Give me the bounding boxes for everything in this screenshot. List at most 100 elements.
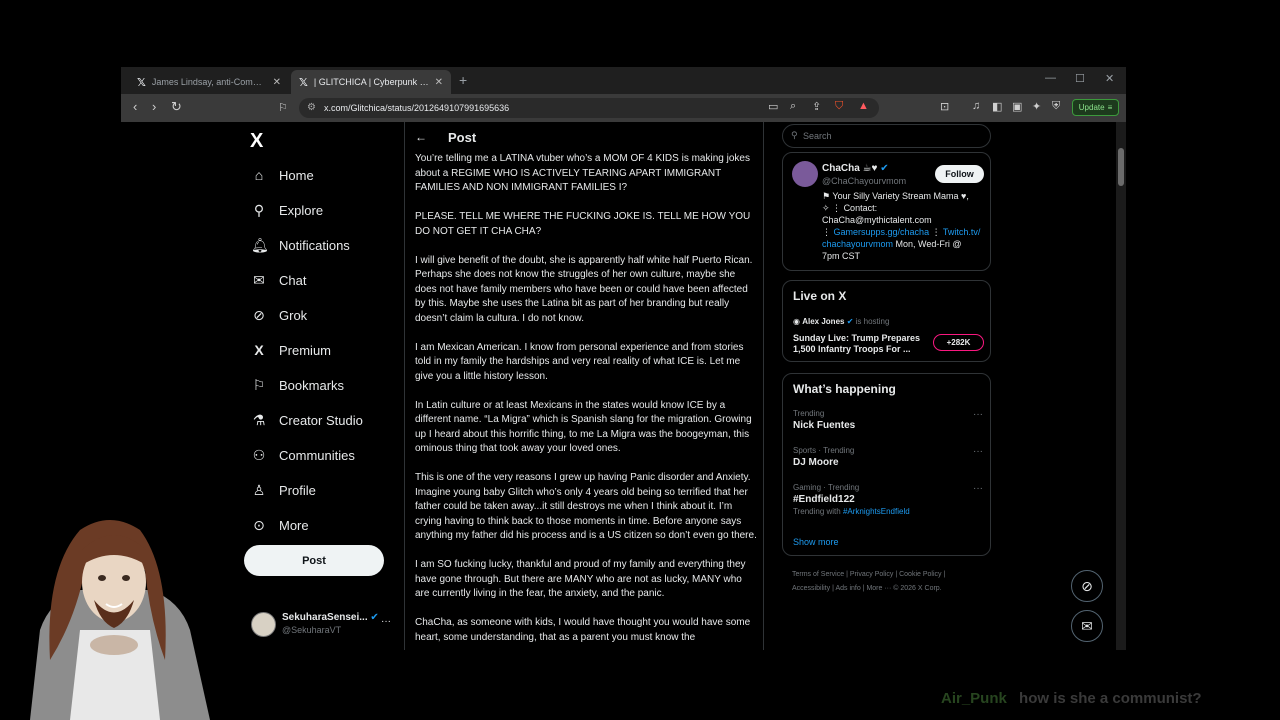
live-title[interactable]: Sunday Live: Trump Prepares 1,500 Infant… [793, 333, 928, 355]
happening-heading: What’s happening [793, 382, 896, 396]
url-text: x.com/Glitchica/status/20126491079916956… [324, 103, 510, 113]
account-name: SekuharaSensei... ✔ [282, 612, 379, 623]
sidebar-item-creator-studio[interactable]: ⚗ Creator Studio [251, 412, 363, 429]
trend-name: DJ Moore [793, 457, 839, 468]
trend-name: #Endfield122 [793, 494, 855, 505]
back-icon[interactable]: ‹ [133, 99, 137, 114]
bio-link[interactable]: Gamersupps.gg/chacha [834, 227, 930, 237]
new-tab-button[interactable]: + [459, 72, 467, 88]
split-view-icon[interactable]: ◧ [992, 100, 1002, 113]
trend-item[interactable]: Sports · Trending DJ Moore ··· [793, 446, 983, 468]
site-info-icon[interactable]: ⚙ [307, 102, 316, 113]
profile-name[interactable]: ChaCha ☕♥ ✔ [822, 163, 889, 174]
cast-icon[interactable]: ▭ [768, 100, 778, 113]
scrollbar[interactable] [1116, 122, 1126, 650]
footer-line[interactable]: Accessibility | Ads info | More ··· © 20… [792, 582, 992, 596]
reload-icon[interactable]: ↻ [171, 99, 182, 115]
footer-line[interactable]: Terms of Service | Privacy Policy | Cook… [792, 568, 992, 582]
tab-close-icon[interactable]: ✕ [273, 77, 281, 88]
bio-link[interactable]: chachayourvmom [822, 239, 893, 249]
account-display-name: SekuharaSensei... [282, 612, 368, 623]
show-more-link[interactable]: Show more [793, 537, 839, 547]
sidebar-item-notifications[interactable]: 🔔︎ Notifications [251, 237, 350, 254]
chat-message-text: how is she a communist? [1019, 690, 1202, 707]
sidebar-item-bookmarks[interactable]: ⚐ Bookmarks [251, 377, 344, 394]
live-host[interactable]: ◉ Alex Jones ✔ is hosting [793, 317, 889, 326]
follow-button[interactable]: Follow [935, 165, 984, 183]
music-icon[interactable]: ♫ [972, 100, 980, 112]
trend-sub: Trending with #ArknightsEndfield [793, 507, 983, 516]
stream-chat-message: Air_Punk how is she a communist? [941, 690, 1202, 707]
scrollbar-thumb[interactable] [1118, 148, 1124, 186]
update-button[interactable]: Update ≡ [1072, 99, 1119, 116]
x-favicon-icon: 𝕏 [137, 76, 146, 89]
messages-fab-button[interactable]: ✉ [1071, 610, 1103, 642]
sidebar-toggle-icon[interactable]: ⊡ [940, 100, 949, 113]
trend-item[interactable]: Gaming · Trending #Endfield122 Trending … [793, 483, 983, 516]
bookmark-page-icon[interactable]: ⚐ [278, 101, 288, 114]
search-input[interactable]: ⚲ Search [782, 124, 991, 148]
profile-hover-card: ChaCha ☕♥ ✔ @ChaChayourvmom Follow ⚑ You… [782, 152, 991, 271]
post-text: You’re telling me a LATINA vtuber who’s … [415, 152, 757, 650]
account-switcher[interactable]: SekuharaSensei... ✔ @SekuharaVT ··· [251, 612, 396, 640]
share-icon[interactable]: ⇪ [812, 100, 821, 113]
bio-line: Your Silly Variety Stream Mama [832, 191, 959, 201]
brave-rewards-icon[interactable]: ▲ [858, 100, 869, 112]
trend-sub-link[interactable]: #ArknightsEndfield [843, 507, 910, 516]
post-paragraph: PLEASE. TELL ME WHERE THE FUCKING JOKE I… [415, 211, 751, 237]
sidebar-item-communities[interactable]: ⚇ Communities [251, 447, 355, 464]
verified-badge-icon: ✔ [370, 612, 379, 623]
profile-display-name: ChaCha [822, 163, 860, 174]
post-button[interactable]: Post [244, 545, 384, 576]
sidebar-item-grok[interactable]: ⊘ Grok [251, 307, 307, 324]
post-paragraph: This is one of the very reasons I grew u… [415, 472, 757, 541]
brave-shield-icon[interactable]: ⛉ [835, 100, 843, 113]
trend-more-icon[interactable]: ··· [973, 446, 983, 457]
bio-link[interactable]: Twitch.tv/ [943, 227, 981, 237]
profile-handle[interactable]: @ChaChayourvmom [822, 176, 906, 186]
sidebar-item-label: Chat [279, 273, 307, 288]
live-listener-count[interactable]: +282K [933, 334, 984, 351]
forward-icon[interactable]: › [152, 99, 156, 114]
tab-bar: 𝕏 James Lindsay, anti-Communist on X ✕ 𝕏… [121, 67, 1126, 94]
trend-more-icon[interactable]: ··· [973, 483, 983, 494]
browser-toolbar: ‹ › ↻ ⚐ ⚙ x.com/Glitchica/status/2012649… [121, 94, 1126, 122]
sidebar-item-profile[interactable]: ♙ Profile [251, 482, 316, 499]
wallet-icon[interactable]: ▣ [1012, 100, 1022, 113]
live-on-x-card: Live on X ◉ Alex Jones ✔ is hosting Sund… [782, 280, 991, 362]
avatar[interactable] [792, 161, 818, 187]
post-paragraph: You’re telling me a LATINA vtuber who’s … [415, 153, 750, 193]
tab-close-icon[interactable]: ✕ [435, 77, 443, 88]
host-name: Alex Jones [802, 317, 845, 326]
back-arrow-icon[interactable]: ← [415, 130, 427, 144]
flask-icon: ⚗ [252, 412, 266, 428]
tab-james-lindsay[interactable]: 𝕏 James Lindsay, anti-Communist on X ✕ [129, 70, 289, 94]
bio-time: 7pm CST [822, 251, 861, 261]
trend-more-icon[interactable]: ··· [973, 409, 983, 420]
sidebar-item-chat[interactable]: ✉ Chat [251, 272, 306, 289]
trend-sub-prefix: Trending with [793, 507, 841, 516]
grok-fab-button[interactable]: ⊘ [1071, 570, 1103, 602]
vpn-icon[interactable]: ⛨ [1052, 100, 1060, 113]
sidebar-item-explore[interactable]: ⚲ Explore [251, 202, 323, 219]
sidebar-item-home[interactable]: ⌂ Home [251, 167, 314, 183]
x-logo[interactable]: X [250, 130, 263, 153]
ai-icon[interactable]: ✦ [1032, 100, 1041, 113]
account-handle: @SekuharaVT [282, 625, 342, 635]
search-icon: ⚲ [253, 202, 265, 218]
window-close-icon[interactable]: ✕ [1105, 72, 1114, 85]
sidebar-item-more[interactable]: ⊙ More [251, 517, 309, 534]
maximize-icon[interactable]: ☐ [1075, 72, 1085, 85]
minimize-icon[interactable]: — [1045, 72, 1056, 84]
post-paragraph: In Latin culture or at least Mexicans in… [415, 399, 752, 455]
update-label: Update [1078, 103, 1105, 112]
trend-item[interactable]: Trending Nick Fuentes ··· [793, 409, 983, 431]
avatar [251, 612, 276, 637]
post-paragraph: I will give benefit of the doubt, she is… [415, 254, 753, 324]
page-viewport: X ⌂ Home ⚲ Explore 🔔︎ Notifications ✉ Ch… [121, 122, 1126, 650]
account-more-icon[interactable]: ··· [381, 616, 391, 627]
tab-glitchica[interactable]: 𝕏 | GLITCHICA | Cyberpunk Vtuber ✕ [291, 70, 451, 94]
sidebar-item-premium[interactable]: X Premium [251, 342, 331, 358]
trend-meta: Trending [793, 409, 825, 418]
zoom-icon[interactable]: ⌕ [790, 100, 796, 113]
